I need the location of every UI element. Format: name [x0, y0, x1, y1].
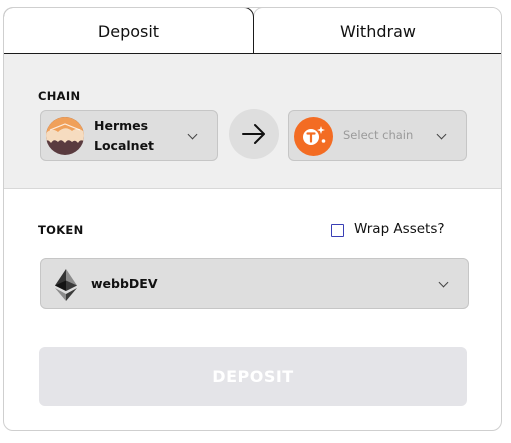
- tangle-chain-icon: [294, 117, 333, 156]
- bridge-card: Deposit Withdraw CHAIN Hermes Localnet S…: [3, 7, 502, 431]
- chevron-down-icon: [187, 129, 198, 140]
- wrap-assets-checkbox[interactable]: [331, 224, 344, 237]
- source-chain-name-line2: Localnet: [94, 138, 155, 153]
- tab-withdraw-label: Withdraw: [340, 21, 416, 41]
- tab-withdraw[interactable]: Withdraw: [253, 8, 501, 54]
- destination-chain-placeholder: Select chain: [343, 128, 414, 142]
- destination-chain-select[interactable]: Select chain: [288, 110, 467, 161]
- token-select[interactable]: webbDEV: [40, 258, 469, 309]
- tab-divider: [4, 53, 501, 54]
- ethereum-icon: [53, 268, 79, 302]
- hermes-chain-icon: [46, 117, 84, 155]
- source-chain-name-line1: Hermes: [94, 118, 149, 133]
- deposit-button[interactable]: DEPOSIT: [39, 347, 467, 406]
- chevron-down-icon: [438, 277, 449, 288]
- arrow-right-icon: [241, 123, 267, 145]
- chain-label: CHAIN: [38, 89, 81, 103]
- tab-deposit-label: Deposit: [97, 21, 160, 41]
- wrap-assets-label[interactable]: Wrap Assets?: [354, 221, 445, 237]
- chain-section: CHAIN Hermes Localnet Select chain: [4, 54, 501, 189]
- tab-deposit[interactable]: Deposit: [4, 8, 254, 54]
- swap-direction-circle: [229, 109, 279, 159]
- token-selected-name: webbDEV: [91, 276, 158, 291]
- token-label: TOKEN: [38, 223, 84, 237]
- deposit-button-label: DEPOSIT: [212, 367, 294, 386]
- source-chain-select[interactable]: Hermes Localnet: [40, 110, 218, 161]
- chevron-down-icon: [436, 129, 447, 140]
